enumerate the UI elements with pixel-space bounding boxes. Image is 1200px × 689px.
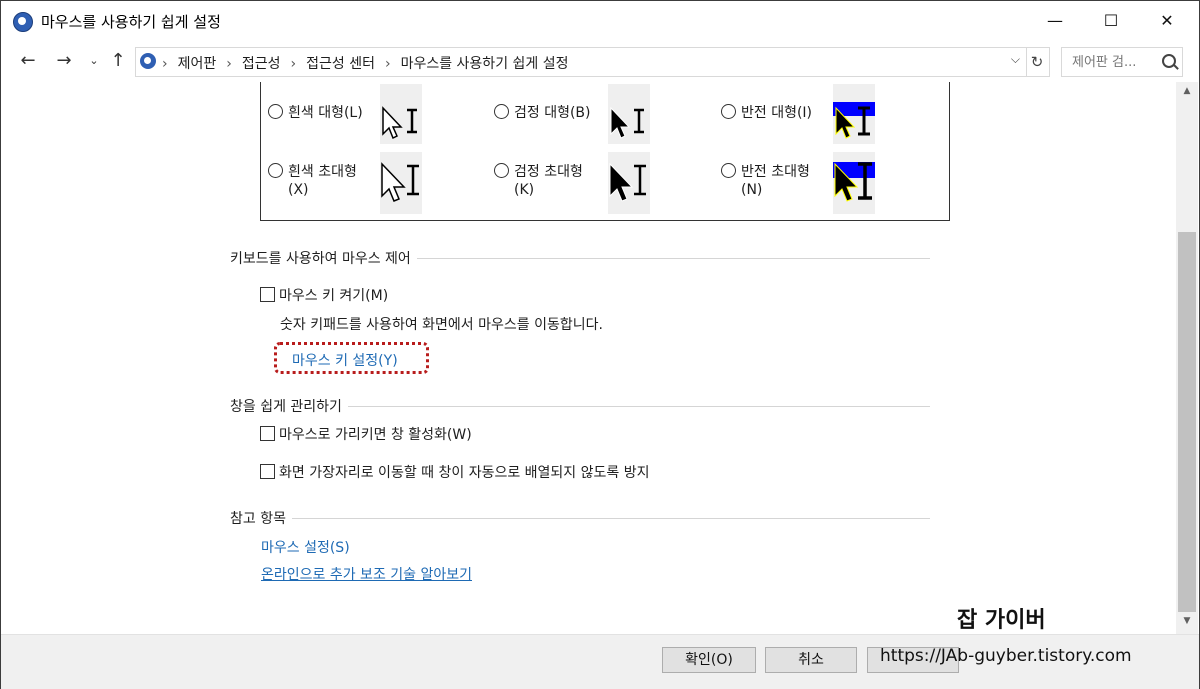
main-content: 흰색 대형(L) 검정 대형(B) 반전 대형(I) 흰색 초대형 (X) 검정… xyxy=(1,82,1176,642)
checkbox[interactable] xyxy=(260,464,275,479)
pointer-option-label: 반전 대형(I) xyxy=(741,105,813,121)
search-icon[interactable] xyxy=(1162,54,1176,68)
assistive-tech-online-link[interactable]: 온라인으로 추가 보조 기술 알아보기 xyxy=(261,564,472,584)
pointer-option-accesskey: (X) xyxy=(288,182,309,198)
cancel-button[interactable]: 취소 xyxy=(765,647,857,673)
pointer-option-label: 흰색 초대형 xyxy=(288,164,357,180)
search-box[interactable] xyxy=(1061,47,1183,77)
recent-locations-button[interactable]: ⌄ xyxy=(83,50,105,72)
refresh-icon: ↻ xyxy=(1030,53,1044,71)
address-dropdown-icon[interactable]: ⌵ xyxy=(1011,52,1020,67)
navigation-bar: ← → ⌄ ↑ › 제어판 › 접근성 › 접근성 센터 › 마우스를 사용하기 쉽게 설정 … xyxy=(1,42,1199,80)
window-title: 마우스를 사용하기 쉽게 설정 xyxy=(41,13,221,31)
black-xl-pointer-preview-icon xyxy=(608,152,650,214)
watermark-url: https://JAb-guyber.tistory.com xyxy=(880,646,1132,666)
pointer-option-black-large[interactable]: 검정 대형(B) xyxy=(494,104,591,122)
checkbox[interactable] xyxy=(260,287,275,302)
chevron-right-icon[interactable]: › xyxy=(226,56,232,72)
close-button[interactable]: ✕ xyxy=(1139,1,1195,41)
inverted-xl-pointer-preview-icon xyxy=(833,152,875,214)
control-panel-icon xyxy=(13,12,33,32)
mouse-settings-link[interactable]: 마우스 설정(S) xyxy=(261,537,350,557)
search-input[interactable] xyxy=(1062,48,1164,76)
arrow-up-icon: ↑ xyxy=(110,50,126,71)
radio-button[interactable] xyxy=(268,163,283,178)
mouse-keys-description: 숫자 키패드를 사용하여 화면에서 마우스를 이동합니다. xyxy=(280,317,603,333)
checkbox[interactable] xyxy=(260,426,275,441)
pointer-option-black-xl[interactable]: 검정 초대형 (K) xyxy=(494,163,583,199)
pointer-option-label: 검정 대형(B) xyxy=(514,105,591,121)
back-button[interactable]: ← xyxy=(17,50,39,72)
pointer-option-inverted-large[interactable]: 반전 대형(I) xyxy=(721,104,812,122)
radio-button[interactable] xyxy=(494,163,509,178)
address-bar[interactable]: › 제어판 › 접근성 › 접근성 센터 › 마우스를 사용하기 쉽게 설정 ⌵ xyxy=(135,47,1027,77)
control-panel-icon xyxy=(140,53,156,69)
radio-button[interactable] xyxy=(721,104,736,119)
minimize-button[interactable]: — xyxy=(1027,1,1083,41)
see-also-heading: 참고 항목 xyxy=(230,508,292,528)
breadcrumb-item[interactable]: 접근성 xyxy=(242,56,281,72)
pointer-option-label: 검정 초대형 xyxy=(514,164,583,180)
breadcrumb-item[interactable]: 접근성 센터 xyxy=(306,56,375,72)
hover-activate-checkbox[interactable]: 마우스로 가리키면 창 활성화(W) xyxy=(260,424,472,444)
arrow-left-icon: ← xyxy=(20,50,36,71)
pointer-option-inverted-xl[interactable]: 반전 초대형 (N) xyxy=(721,163,810,199)
prevent-snap-label: 화면 가장자리로 이동할 때 창이 자동으로 배열되지 않도록 방지 xyxy=(279,465,650,481)
white-pointer-preview-icon xyxy=(380,84,422,144)
watermark-name: 잡 가이버 xyxy=(957,608,1046,633)
pointer-option-label: 흰색 대형(L) xyxy=(288,105,363,121)
pointer-option-accesskey: (N) xyxy=(741,182,763,198)
prevent-snap-checkbox[interactable]: 화면 가장자리로 이동할 때 창이 자동으로 배열되지 않도록 방지 xyxy=(260,462,649,482)
maximize-button[interactable]: ☐ xyxy=(1083,1,1139,41)
vertical-scrollbar[interactable]: ▲ ▼ xyxy=(1176,82,1198,642)
radio-button[interactable] xyxy=(721,163,736,178)
pointer-option-accesskey: (K) xyxy=(514,182,535,198)
pointer-option-white-large[interactable]: 흰색 대형(L) xyxy=(268,104,363,122)
forward-button[interactable]: → xyxy=(53,50,75,72)
mouse-keys-settings-link[interactable]: 마우스 키 설정(Y) xyxy=(292,350,398,370)
white-xl-pointer-preview-icon xyxy=(380,152,422,214)
window-section-heading: 창을 쉽게 관리하기 xyxy=(230,396,348,416)
radio-button[interactable] xyxy=(494,104,509,119)
chevron-down-icon: ⌄ xyxy=(89,54,99,67)
black-pointer-preview-icon xyxy=(608,84,650,144)
inverted-pointer-preview-icon xyxy=(833,84,875,144)
ok-button[interactable]: 확인(O) xyxy=(662,647,756,673)
scroll-up-icon[interactable]: ▲ xyxy=(1176,82,1198,100)
breadcrumb-item[interactable]: 제어판 xyxy=(178,56,217,72)
hover-activate-label: 마우스로 가리키면 창 활성화(W) xyxy=(279,427,472,443)
keyboard-section-heading: 키보드를 사용하여 마우스 제어 xyxy=(230,248,417,268)
pointer-option-white-xl[interactable]: 흰색 초대형 (X) xyxy=(268,163,357,199)
title-bar: 마우스를 사용하기 쉽게 설정 — ☐ ✕ xyxy=(1,1,1199,41)
pointer-option-label: 반전 초대형 xyxy=(741,164,810,180)
section-divider xyxy=(230,518,930,519)
arrow-right-icon: → xyxy=(56,50,72,71)
up-button[interactable]: ↑ xyxy=(107,50,129,72)
chevron-right-icon[interactable]: › xyxy=(291,56,297,72)
chevron-right-icon[interactable]: › xyxy=(385,56,391,72)
mouse-keys-checkbox[interactable]: 마우스 키 켜기(M) xyxy=(260,285,388,305)
chevron-right-icon: › xyxy=(162,56,168,72)
scroll-down-icon[interactable]: ▼ xyxy=(1176,612,1198,630)
radio-button[interactable] xyxy=(268,104,283,119)
breadcrumb-item[interactable]: 마우스를 사용하기 쉽게 설정 xyxy=(401,56,569,72)
scrollbar-thumb[interactable] xyxy=(1178,232,1196,612)
refresh-button[interactable]: ↻ xyxy=(1025,47,1050,77)
breadcrumb: › 제어판 › 접근성 › 접근성 센터 › 마우스를 사용하기 쉽게 설정 xyxy=(162,53,569,73)
mouse-keys-label: 마우스 키 켜기(M) xyxy=(279,288,389,304)
